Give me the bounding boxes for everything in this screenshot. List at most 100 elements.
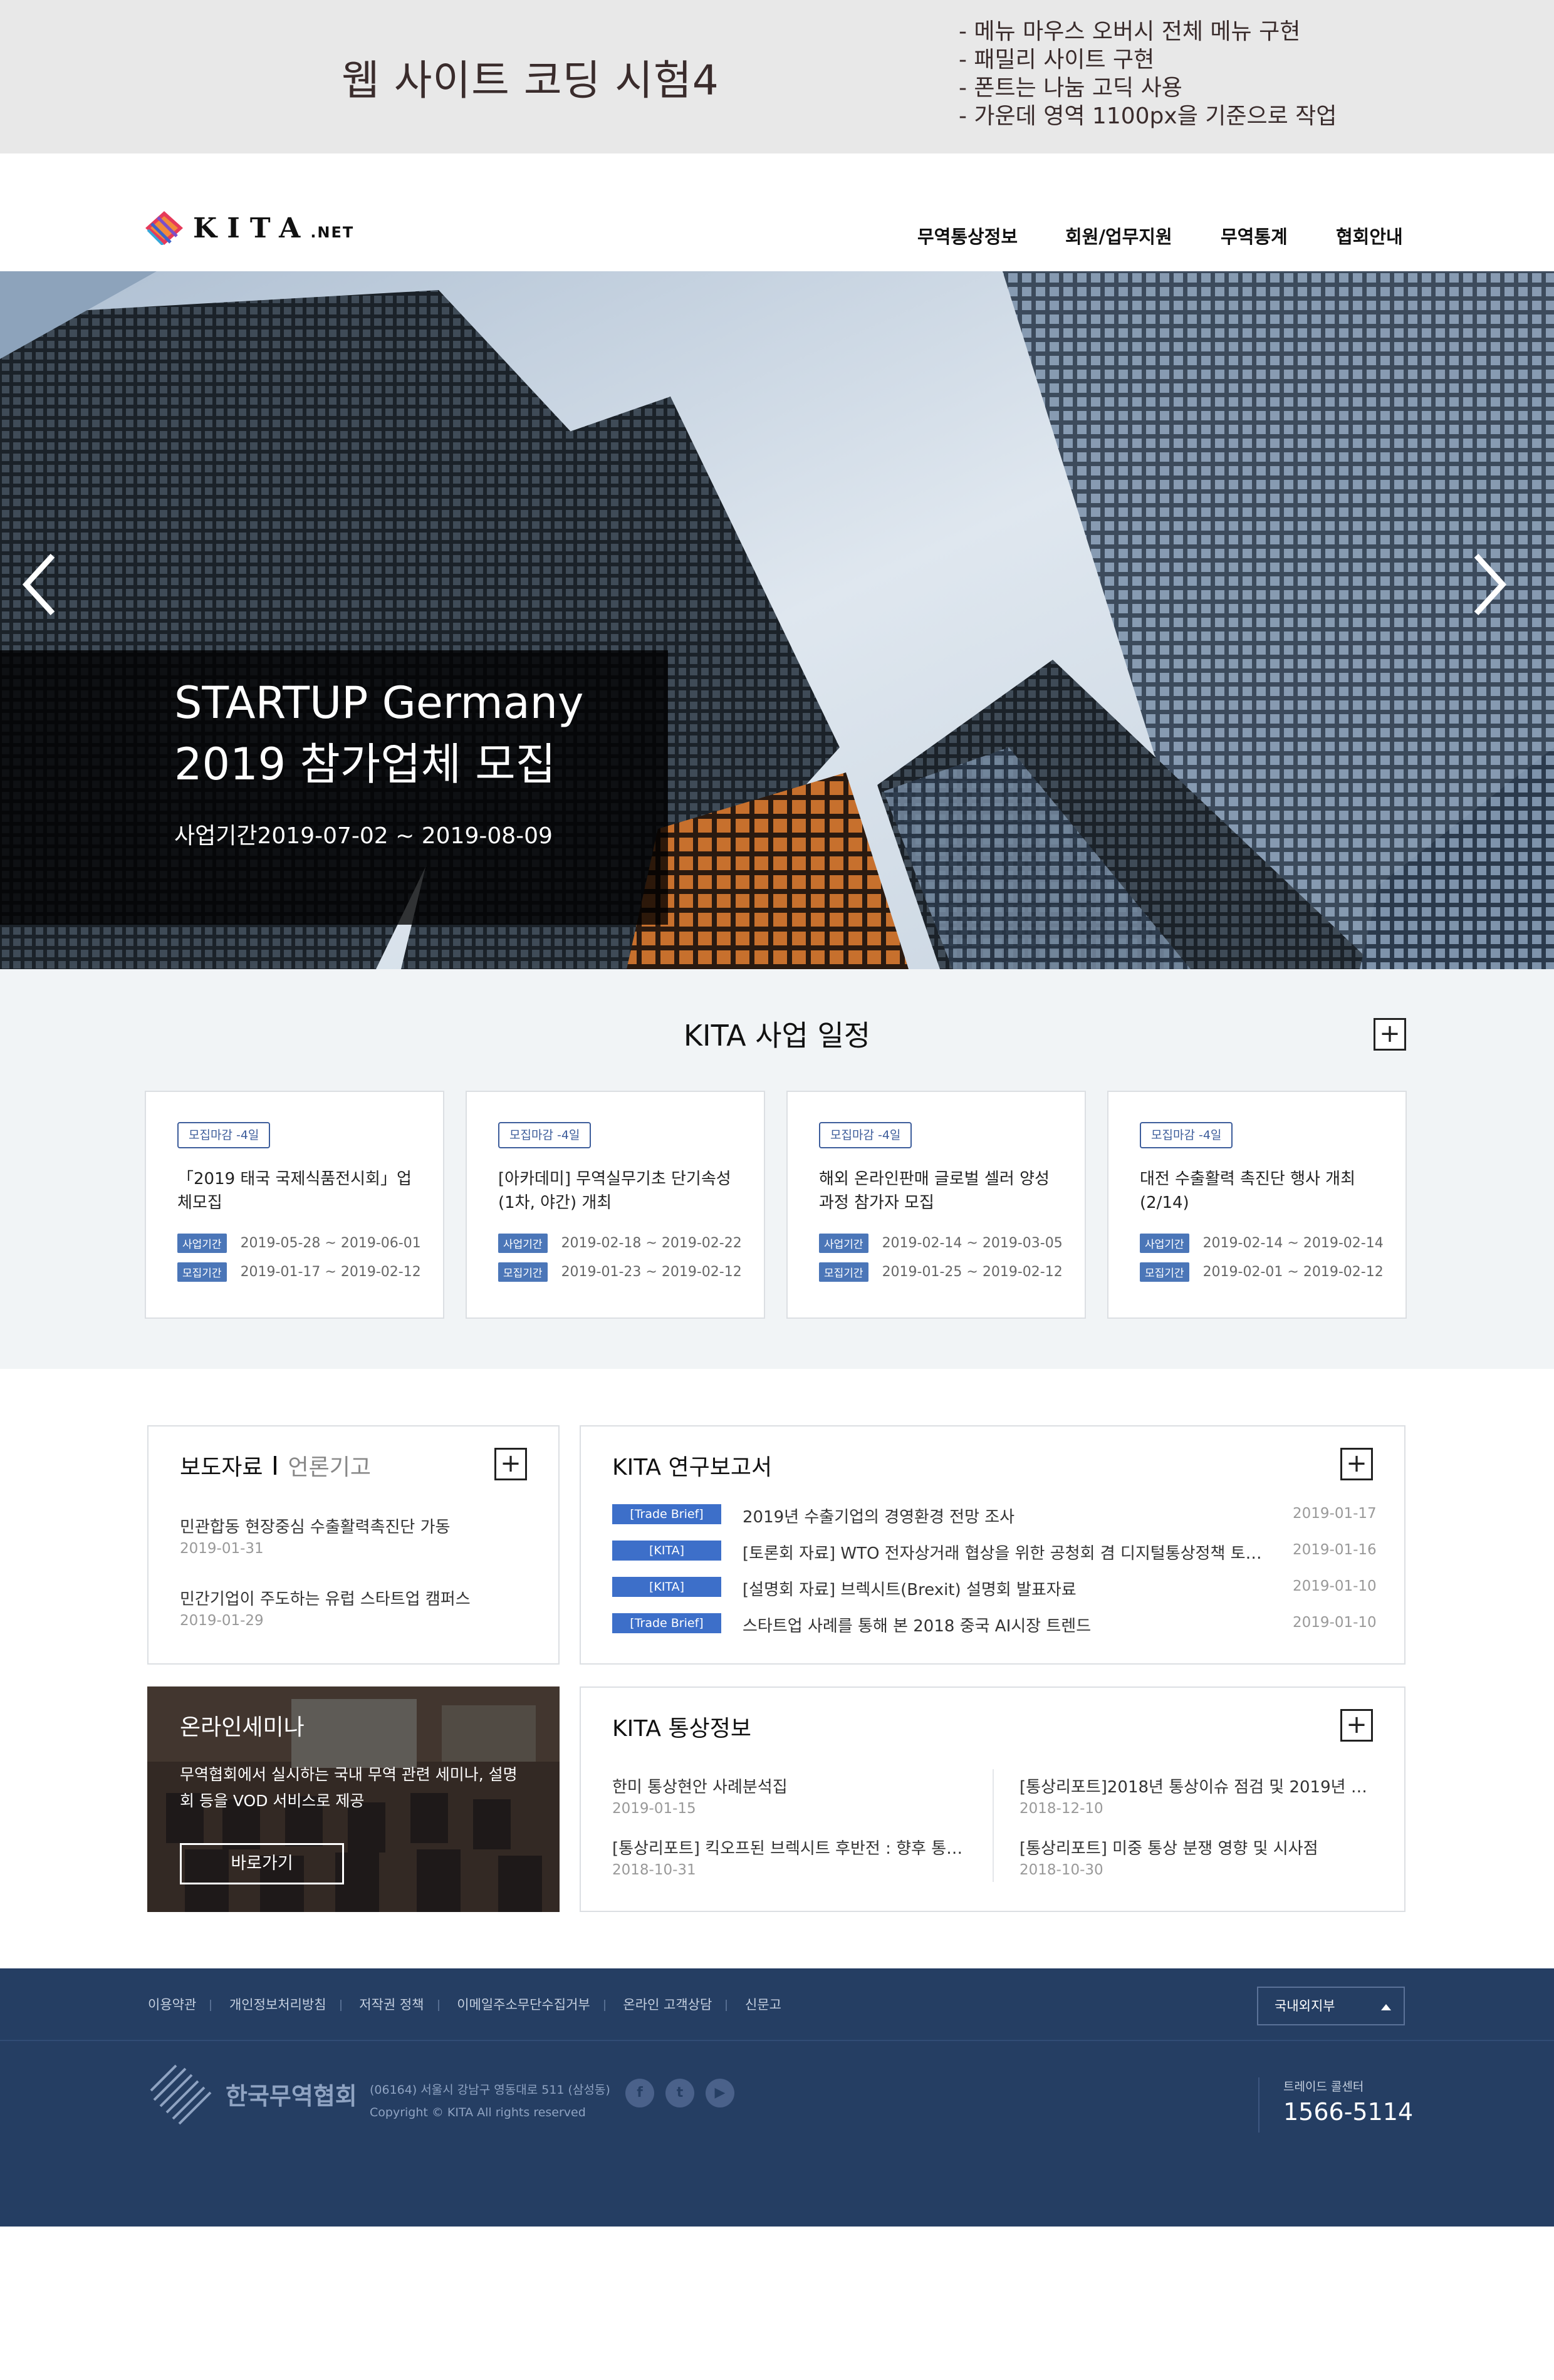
press-item-date: 2019-01-31: [180, 1541, 264, 1557]
footer-address-block: (06164) 서울시 강남구 영동대로 511 (삼성동) Copyright…: [370, 2079, 610, 2124]
trade-info-divider: [993, 1769, 994, 1882]
footer-link-terms[interactable]: 이용약관: [148, 1997, 196, 2012]
kita-logo-mark-icon: [145, 211, 183, 245]
site-header: KITA .NET 무역통상정보 회원/업무지원 무역통계 협회안내: [0, 153, 1554, 271]
footer-link-petition[interactable]: 신문고: [745, 1997, 781, 2012]
schedule-card[interactable]: 모집마감 -4일 [아카데미] 무역실무기초 단기속성 (1차, 야간) 개최 …: [466, 1091, 765, 1319]
deadline-badge: 모집마감 -4일: [177, 1122, 271, 1148]
footer-address: (06164) 서울시 강남구 영동대로 511 (삼성동): [370, 2083, 610, 2097]
footer-link-separator: [210, 2000, 212, 2011]
card-title: 대전 수출활력 촉진단 행사 개최 (2/14): [1140, 1170, 1356, 1212]
card-rec-period: 모집기간 2019-02-01 ~ 2019-02-12: [1140, 1262, 1384, 1282]
card-title: 해외 온라인판매 글로벌 셀러 양성 과정 참가자 모집: [819, 1170, 1050, 1212]
chevron-right-icon[interactable]: [1464, 547, 1514, 622]
footer-link-email-policy[interactable]: 이메일주소무단수집거부: [457, 1997, 590, 2012]
exam-note: - 가운데 영역 1100px을 기준으로 작업: [959, 103, 1337, 129]
trade-item-title[interactable]: 한미 통상현안 사례분석집: [612, 1774, 963, 1797]
card-rec-period: 모집기간 2019-01-25 ~ 2019-02-12: [819, 1262, 1063, 1282]
period-value: 2019-02-14 ~ 2019-03-05: [882, 1235, 1063, 1251]
nav-item-about[interactable]: 협회안내: [1336, 222, 1403, 249]
report-title[interactable]: 스타트업 사례를 통해 본 2018 중국 AI시장 트렌드: [743, 1613, 1269, 1636]
schedule-section: KITA 사업 일정 + 모집마감 -4일 「2019 태국 국제식품전시회」업…: [0, 969, 1554, 1369]
period-tag: 모집기간: [819, 1262, 868, 1282]
trade-item-title[interactable]: [통상리포트] 킥오프된 브렉시트 후반전 : 향후 통상 이슈: [612, 1836, 963, 1859]
footer-link-consult[interactable]: 온라인 고객상담: [623, 1997, 712, 2012]
exam-note: - 패밀리 사이트 구현: [959, 47, 1155, 73]
footer-link-copyright[interactable]: 저작권 정책: [359, 1997, 424, 2012]
footer-link-privacy[interactable]: 개인정보처리방침: [229, 1997, 326, 2012]
press-item-title[interactable]: 민간기업이 주도하는 유럽 스타트업 캠퍼스: [180, 1586, 531, 1609]
report-title[interactable]: [토론회 자료] WTO 전자상거래 협상을 위한 공청회 겸 디지털통상정책 …: [743, 1541, 1269, 1564]
exam-banner: 웹 사이트 코딩 시험4 - 메뉴 마우스 오버시 전체 메뉴 구현 - 패밀리…: [0, 0, 1554, 153]
hero-title-line: STARTUP Germany: [174, 677, 584, 729]
family-site-select[interactable]: 국내외지부: [1257, 1987, 1405, 2025]
trade-item-title[interactable]: [통상리포트] 미중 통상 분쟁 영향 및 시사점: [1019, 1836, 1370, 1859]
report-tag: [KITA]: [612, 1541, 721, 1561]
press-item-title[interactable]: 민관합동 현장중심 수출활력촉진단 가동: [180, 1514, 531, 1537]
footer-links-bar: 이용약관 개인정보처리방침 저작권 정책 이메일주소무단수집거부 온라인 고객상…: [0, 1968, 1554, 2041]
schedule-more-button[interactable]: +: [1374, 1018, 1406, 1051]
deadline-badge: 모집마감 -4일: [498, 1122, 592, 1148]
logo-text: KITA: [193, 212, 311, 244]
footer-logo: 한국무역협회: [148, 2062, 357, 2125]
schedule-card[interactable]: 모집마감 -4일 대전 수출활력 촉진단 행사 개최 (2/14) 사업기간 20…: [1107, 1091, 1407, 1319]
period-tag: 사업기간: [819, 1234, 868, 1253]
report-title[interactable]: 2019년 수출기업의 경영환경 전망 조사: [743, 1504, 1269, 1527]
report-date: 2019-01-16: [1293, 1542, 1377, 1558]
footer-link-separator: [603, 2000, 605, 2011]
period-tag: 모집기간: [1140, 1262, 1189, 1282]
hero-title: STARTUP Germany 2019 참가업체 모집: [174, 672, 583, 795]
footer-link-separator: [726, 2000, 727, 2011]
facebook-icon[interactable]: f: [625, 2079, 654, 2107]
call-center-number: 1566-5114: [1283, 2098, 1414, 2126]
trade-info-more-button[interactable]: +: [1340, 1709, 1373, 1742]
schedule-card[interactable]: 모집마감 -4일 「2019 태국 국제식품전시회」업체모집 사업기간 2019-…: [145, 1091, 444, 1319]
research-more-button[interactable]: +: [1340, 1448, 1373, 1480]
nav-item-trade-stats[interactable]: 무역통계: [1221, 222, 1288, 249]
youtube-icon[interactable]: ▶: [706, 2079, 734, 2107]
hero-period: 사업기간2019-07-02 ~ 2019-08-09: [174, 823, 553, 849]
kita-logo[interactable]: KITA .NET: [145, 211, 354, 245]
period-value: 2019-01-23 ~ 2019-02-12: [561, 1264, 742, 1280]
card-biz-period: 사업기간 2019-02-14 ~ 2019-02-14: [1140, 1234, 1384, 1253]
chevron-left-icon[interactable]: [15, 547, 65, 622]
report-title[interactable]: [설명회 자료] 브렉시트(Brexit) 설명회 발표자료: [743, 1577, 1269, 1600]
nav-item-trade-info[interactable]: 무역통상정보: [917, 222, 1018, 249]
tab-divider: [274, 1456, 277, 1475]
footer-copyright: Copyright © KITA All rights reserved: [370, 2106, 586, 2119]
tab-press-release[interactable]: 보도자료: [180, 1449, 263, 1482]
trade-info-box: KITA 통상정보 + 한미 통상현안 사례분석집 2019-01-15 [통상…: [580, 1686, 1405, 1912]
trade-item-date: 2018-12-10: [1019, 1801, 1103, 1817]
press-tabs: 보도자료 언론기고: [180, 1449, 371, 1482]
report-tag: [Trade Brief]: [612, 1504, 721, 1524]
trade-item-title[interactable]: [통상리포트]2018년 통상이슈 점검 및 2019년 통상환경 전망: [1019, 1774, 1370, 1797]
report-tag: [KITA]: [612, 1577, 721, 1597]
press-more-button[interactable]: +: [494, 1448, 527, 1480]
twitter-icon[interactable]: t: [665, 2079, 694, 2107]
card-title: 「2019 태국 국제식품전시회」업체모집: [177, 1170, 412, 1212]
card-rec-period: 모집기간 2019-01-17 ~ 2019-02-12: [177, 1262, 421, 1282]
footer-links: 이용약관 개인정보처리방침 저작권 정책 이메일주소무단수집거부 온라인 고객상…: [148, 1995, 781, 2014]
period-value: 2019-02-14 ~ 2019-02-14: [1202, 1235, 1384, 1251]
nav-item-member-support[interactable]: 회원/업무지원: [1065, 222, 1172, 249]
deadline-badge: 모집마감 -4일: [819, 1122, 912, 1148]
period-tag: 모집기간: [498, 1262, 548, 1282]
tab-contribution[interactable]: 언론기고: [288, 1449, 370, 1482]
footer-link-separator: [437, 2000, 439, 2011]
trade-item-date: 2018-10-30: [1019, 1862, 1103, 1878]
press-box: 보도자료 언론기고 + 민관합동 현장중심 수출활력촉진단 가동 2019-01…: [147, 1425, 560, 1665]
card-biz-period: 사업기간 2019-05-28 ~ 2019-06-01: [177, 1234, 421, 1253]
card-title: [아카데미] 무역실무기초 단기속성 (1차, 야간) 개최: [498, 1170, 731, 1212]
press-item-date: 2019-01-29: [180, 1613, 264, 1629]
logo-suffix: .NET: [310, 224, 355, 241]
schedule-card[interactable]: 모집마감 -4일 해외 온라인판매 글로벌 셀러 양성 과정 참가자 모집 사업…: [786, 1091, 1086, 1319]
footer-org-name: 한국무역협회: [226, 2081, 357, 2110]
period-value: 2019-05-28 ~ 2019-06-01: [240, 1235, 421, 1251]
report-date: 2019-01-10: [1293, 1578, 1377, 1594]
seminar-go-button[interactable]: 바로가기: [180, 1843, 344, 1884]
call-center: 트레이드 콜센터 1566-5114: [1258, 2077, 1413, 2133]
kita-footer-logo-icon: [150, 2064, 212, 2125]
card-biz-period: 사업기간 2019-02-18 ~ 2019-02-22: [498, 1234, 742, 1253]
period-value: 2019-02-18 ~ 2019-02-22: [561, 1235, 742, 1251]
report-date: 2019-01-17: [1293, 1505, 1377, 1522]
